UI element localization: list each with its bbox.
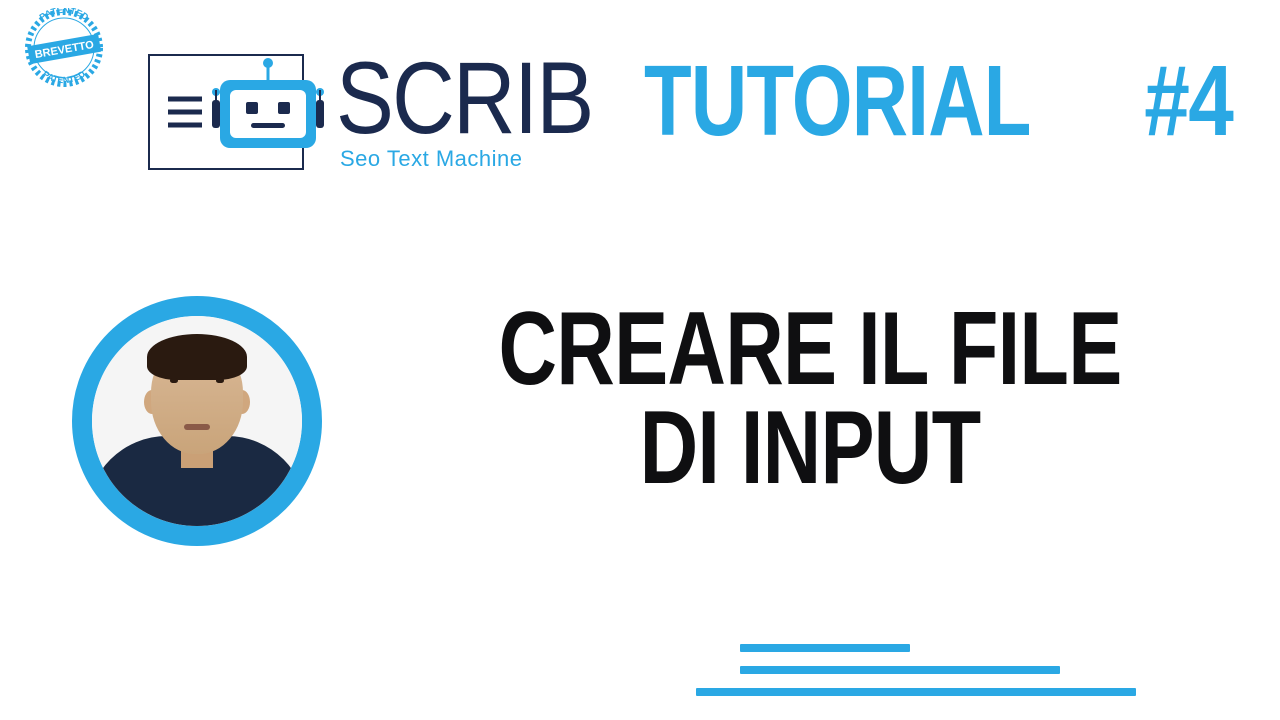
presenter-avatar bbox=[72, 296, 322, 546]
robot-head-icon bbox=[220, 80, 316, 148]
logo-tagline: Seo Text Machine bbox=[340, 146, 522, 172]
logo-name: SCRIB bbox=[336, 40, 592, 157]
title-line-1: CREARE IL FILE bbox=[475, 300, 1146, 399]
scrib-logo: SCRIB Seo Text Machine bbox=[148, 48, 618, 178]
tutorial-number: #4 bbox=[1144, 44, 1232, 159]
slide-title: CREARE IL FILE DI INPUT bbox=[475, 300, 1146, 498]
patent-badge: PATENTED PATENTED BREVETTO bbox=[14, 8, 114, 88]
hamburger-lines-icon bbox=[168, 97, 202, 128]
title-line-2: DI INPUT bbox=[475, 399, 1146, 498]
decorative-bars bbox=[696, 630, 1136, 696]
tutorial-label: TUTORIAL bbox=[644, 44, 1031, 159]
